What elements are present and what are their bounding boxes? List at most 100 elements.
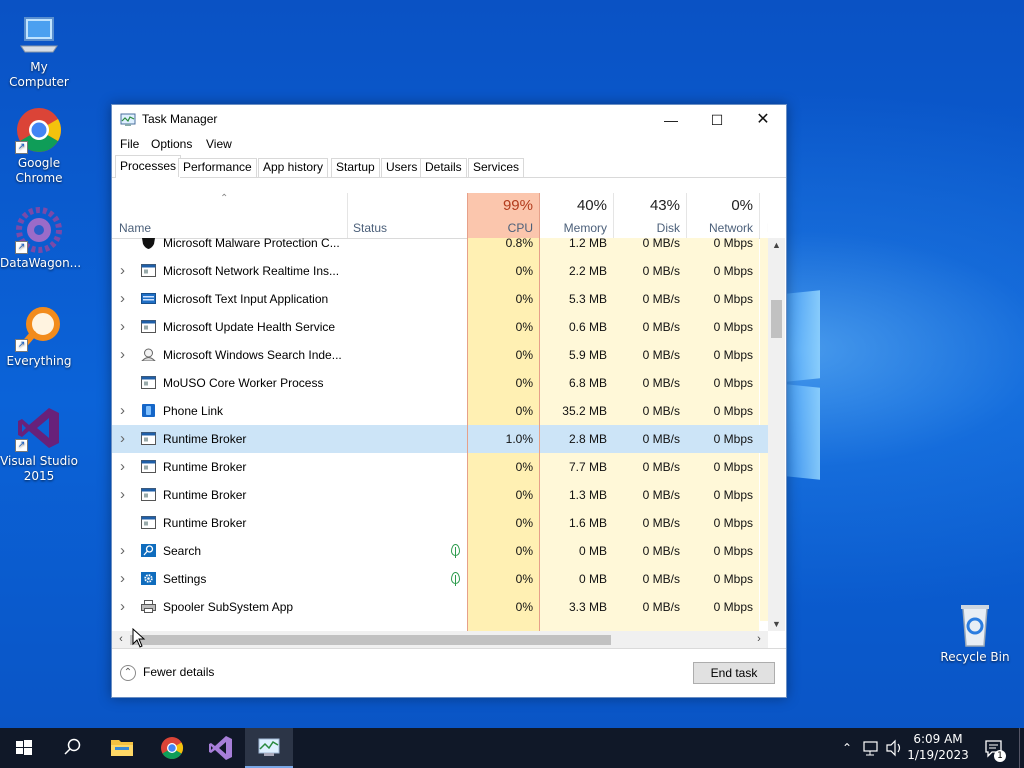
memory-cell: 7.7 MB xyxy=(540,453,613,481)
shortcut-arrow-icon: ↗ xyxy=(15,339,28,352)
desktop-icon-everything[interactable]: ↗ Everything xyxy=(0,304,78,369)
table-row[interactable] xyxy=(112,621,768,631)
table-row[interactable]: › Microsoft Text Input Application 0% 5.3 M… xyxy=(112,285,768,313)
tab-app-history[interactable]: App history xyxy=(258,158,329,177)
start-button[interactable] xyxy=(0,728,48,768)
column-power[interactable]: Po xyxy=(760,193,768,238)
table-row[interactable]: › Runtime Broker 0% 7.7 MB 0 MB/s 0 Mbps xyxy=(112,453,768,481)
table-row[interactable]: › Microsoft Windows Search Inde... 0% 5.9 M… xyxy=(112,341,768,369)
tab-processes[interactable]: Processes xyxy=(115,155,182,178)
show-hidden-icons-chevron-icon[interactable]: ⌃ xyxy=(838,728,856,768)
desktop-icon-visual-studio[interactable]: ↗ Visual Studio 2015 xyxy=(0,404,78,484)
minimize-button[interactable]: — xyxy=(648,105,694,135)
chevron-up-icon: ⌃ xyxy=(120,665,136,681)
vertical-scroll-thumb[interactable] xyxy=(771,300,782,338)
show-desktop-button[interactable] xyxy=(1019,728,1024,768)
network-cell: 0 Mbps xyxy=(686,341,759,369)
column-status[interactable]: Status xyxy=(348,193,467,238)
memory-cell: 35.2 MB xyxy=(540,397,613,425)
clock[interactable]: 6:09 AM 1/19/2023 xyxy=(904,731,972,763)
taskbar-file-explorer[interactable] xyxy=(98,728,146,768)
taskbar-visual-studio[interactable] xyxy=(197,728,245,768)
process-name: Microsoft Network Realtime Ins... xyxy=(163,264,340,278)
fewer-details-toggle[interactable]: ⌃ Fewer details xyxy=(120,665,214,681)
column-disk[interactable]: 43% Disk xyxy=(613,193,686,238)
column-memory[interactable]: 40% Memory xyxy=(540,193,613,238)
taskbar-task-manager[interactable] xyxy=(245,728,293,768)
power-cell xyxy=(760,453,768,481)
tab-details[interactable]: Details xyxy=(420,158,467,177)
table-row[interactable]: › Settings 0% 0 MB 0 MB/s 0 Mbps xyxy=(112,565,768,593)
chevron-right-icon[interactable]: › xyxy=(120,341,130,369)
desktop-icon-label: Recycle Bin xyxy=(940,650,1010,664)
title-bar[interactable]: Task Manager — ☐ ✕ xyxy=(112,105,786,135)
horizontal-scroll-thumb[interactable] xyxy=(130,635,611,645)
process-name: MoUSO Core Worker Process xyxy=(163,376,324,390)
disk-total-pct: 43% xyxy=(649,197,680,214)
disk-cell: 0 MB/s xyxy=(613,369,686,397)
column-status-label: Status xyxy=(353,221,388,235)
chevron-right-icon[interactable]: › xyxy=(120,453,130,481)
desktop-icon-my-computer[interactable]: My Computer xyxy=(0,10,78,90)
tab-users[interactable]: Users xyxy=(381,158,423,177)
fewer-details-label: Fewer details xyxy=(143,665,215,680)
table-row[interactable]: › Runtime Broker 0% 1.3 MB 0 MB/s 0 Mbps xyxy=(112,481,768,509)
table-row[interactable]: › Search 0% 0 MB 0 MB/s 0 Mbps xyxy=(112,537,768,565)
chevron-right-icon[interactable]: › xyxy=(120,285,130,313)
menu-options[interactable]: Options xyxy=(151,137,192,151)
menu-file[interactable]: File xyxy=(120,137,139,151)
chevron-right-icon[interactable]: › xyxy=(120,425,130,453)
taskbar-search-button[interactable] xyxy=(48,728,96,768)
scroll-down-icon[interactable]: ▼ xyxy=(768,617,785,631)
scroll-right-icon[interactable]: › xyxy=(752,631,766,648)
column-cpu-label: CPU xyxy=(507,221,533,235)
maximize-button[interactable]: ☐ xyxy=(694,105,740,135)
table-row[interactable]: Runtime Broker 0% 1.6 MB 0 MB/s 0 Mbps xyxy=(112,509,768,537)
suspended-leaf-icon xyxy=(451,544,460,558)
table-row[interactable]: › Microsoft Network Realtime Ins... 0% 2.2 … xyxy=(112,257,768,285)
disk-cell: 0 MB/s xyxy=(613,425,686,453)
notification-center-button[interactable]: 1 xyxy=(980,728,1008,768)
volume-icon[interactable] xyxy=(884,728,904,768)
chevron-right-icon[interactable]: › xyxy=(120,565,130,593)
network-cell: 0 Mbps xyxy=(686,238,759,257)
menu-view[interactable]: View xyxy=(206,137,232,151)
disk-cell: 0 MB/s xyxy=(613,285,686,313)
chevron-right-icon[interactable]: › xyxy=(120,481,130,509)
table-row[interactable]: Microsoft Malware Protection C... 0.8% 1.2… xyxy=(112,238,768,257)
desktop-icon-datawagon[interactable]: ↗ DataWagon... xyxy=(0,206,81,271)
table-row[interactable]: › Spooler SubSystem App 0% 3.3 MB 0 MB/s 0 Mb… xyxy=(112,593,768,621)
desktop-icon-recycle-bin[interactable]: Recycle Bin xyxy=(936,600,1014,665)
chevron-right-icon[interactable]: › xyxy=(120,593,130,621)
chevron-right-icon[interactable]: › xyxy=(120,313,130,341)
desktop-icon-chrome[interactable]: ↗ Google Chrome xyxy=(0,106,78,186)
disk-cell: 0 MB/s xyxy=(613,537,686,565)
column-network[interactable]: 0% Network xyxy=(686,193,759,238)
table-row[interactable]: › Microsoft Update Health Service 0% 0.6 MB… xyxy=(112,313,768,341)
scroll-left-icon[interactable]: ‹ xyxy=(114,631,128,648)
column-cpu[interactable]: 99% CPU xyxy=(467,193,540,238)
chevron-right-icon[interactable]: › xyxy=(120,397,130,425)
tab-performance[interactable]: Performance xyxy=(178,158,257,177)
taskbar-chrome[interactable] xyxy=(148,728,196,768)
end-task-button[interactable]: End task xyxy=(693,662,775,684)
power-cell xyxy=(760,537,768,565)
close-button[interactable]: ✕ xyxy=(740,105,786,135)
chevron-right-icon[interactable]: › xyxy=(120,537,130,565)
table-row[interactable]: › Runtime Broker 1.0% 2.8 MB 0 MB/s 0 Mbps xyxy=(112,425,768,453)
table-row[interactable]: MoUSO Core Worker Process 0% 6.8 MB 0 MB/s 0… xyxy=(112,369,768,397)
tab-startup[interactable]: Startup xyxy=(331,158,380,177)
power-cell xyxy=(760,593,768,621)
process-name: Microsoft Text Input Application xyxy=(163,292,329,306)
chevron-right-icon[interactable]: › xyxy=(120,257,130,285)
task-manager-window: Task Manager — ☐ ✕ File Options View Pro… xyxy=(111,104,787,698)
scroll-up-icon[interactable]: ▲ xyxy=(768,238,785,252)
horizontal-scrollbar[interactable]: ‹ › xyxy=(112,631,768,648)
tab-services[interactable]: Services xyxy=(468,158,525,177)
network-cell: 0 Mbps xyxy=(686,285,759,313)
power-cell xyxy=(760,509,768,537)
column-name[interactable]: ⌃ Name xyxy=(112,193,347,238)
network-icon[interactable] xyxy=(861,728,881,768)
vertical-scrollbar[interactable]: ▲ ▼ xyxy=(768,238,785,631)
table-row[interactable]: › Phone Link 0% 35.2 MB 0 MB/s 0 Mbps xyxy=(112,397,768,425)
